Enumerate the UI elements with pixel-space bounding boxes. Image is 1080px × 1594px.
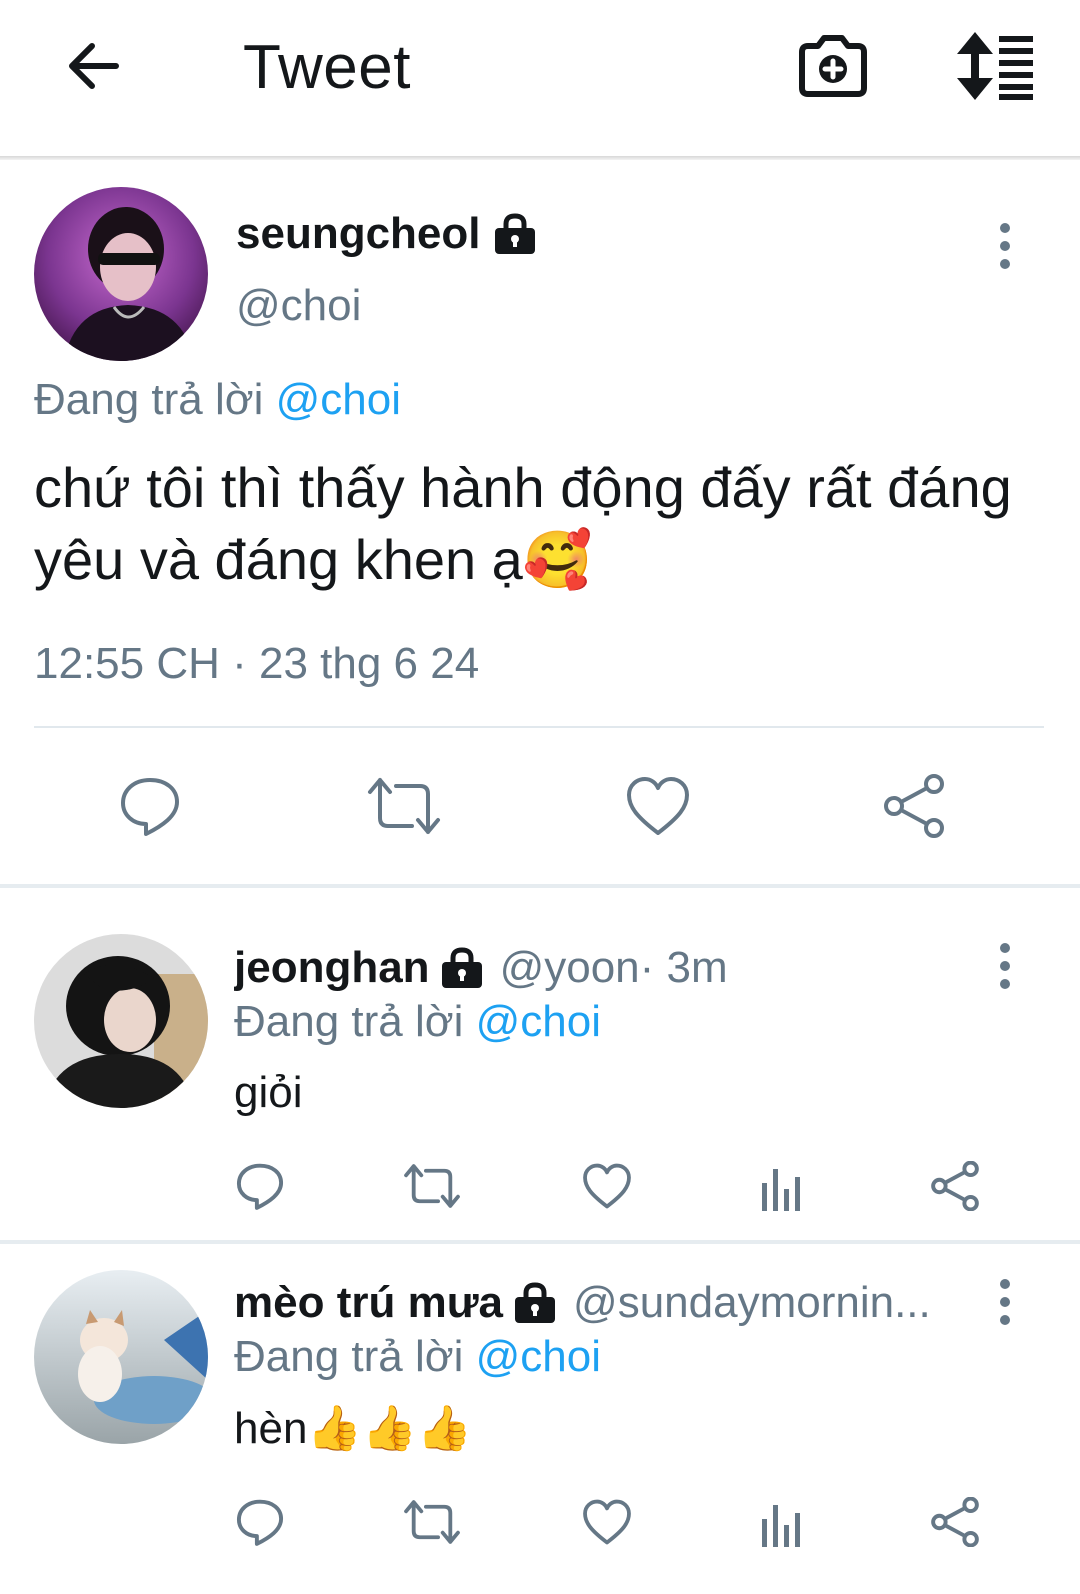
- reply-icon: [236, 1499, 284, 1546]
- mention-link[interactable]: @choi: [276, 375, 401, 424]
- avatar[interactable]: [34, 934, 208, 1108]
- lock-icon: [441, 947, 482, 988]
- display-name[interactable]: mèo trú mưa: [234, 1276, 503, 1330]
- analytics-button[interactable]: [750, 1494, 810, 1554]
- lock-icon: [494, 213, 535, 254]
- analytics-icon: [762, 1169, 800, 1211]
- camera-add-icon: [799, 35, 867, 97]
- retweet-icon: [368, 778, 440, 834]
- retweet-icon: [404, 1164, 460, 1208]
- avatar[interactable]: [34, 1270, 208, 1444]
- tweet-emoji: 🥰: [522, 528, 593, 591]
- top-app-bar: Tweet: [0, 0, 1080, 158]
- like-button[interactable]: [577, 1156, 637, 1216]
- heart-icon: [627, 777, 689, 835]
- section-divider: [0, 1240, 1080, 1244]
- tweet-timestamp[interactable]: 12:55 CH · 23 thg 6 24: [34, 638, 479, 690]
- reply-icon: [236, 1163, 284, 1210]
- share-button[interactable]: [874, 766, 954, 846]
- like-button[interactable]: [618, 766, 698, 846]
- share-icon: [884, 774, 944, 838]
- reply-text: giỏi: [234, 1066, 303, 1120]
- mention-link[interactable]: @choi: [476, 997, 601, 1046]
- arrow-left-icon: [69, 43, 119, 89]
- retweet-button[interactable]: [402, 1492, 462, 1552]
- analytics-icon: [762, 1505, 800, 1547]
- more-vertical-icon: [1000, 223, 1010, 269]
- more-options-button[interactable]: [990, 222, 1020, 272]
- sort-button[interactable]: [955, 30, 1051, 102]
- lock-icon: [515, 1282, 556, 1323]
- more-options-button[interactable]: [990, 1278, 1020, 1328]
- reply-icon: [121, 778, 179, 836]
- heart-icon: [583, 1163, 631, 1209]
- reply-header: mèo trú mưa @sundaymornin...: [234, 1276, 954, 1330]
- replying-to: Đang trả lời @choi: [234, 1330, 601, 1384]
- reply-button[interactable]: [230, 1156, 290, 1216]
- more-options-button[interactable]: [990, 942, 1020, 992]
- display-name[interactable]: jeonghan: [234, 941, 430, 995]
- retweet-icon: [404, 1500, 460, 1544]
- reply-header: jeonghan @yoon · 3m: [234, 941, 954, 995]
- main-author-name[interactable]: seungcheol: [236, 208, 553, 260]
- reply-body: giỏi: [234, 1068, 303, 1117]
- heart-icon: [583, 1499, 631, 1545]
- reply-body: hèn: [234, 1404, 308, 1453]
- divider: [34, 726, 1044, 728]
- tweet-text: chứ tôi thì thấy hành động đấy rất đáng …: [34, 452, 1044, 596]
- header-shadow: [0, 156, 1080, 160]
- replying-prefix: Đang trả lời: [234, 997, 464, 1046]
- avatar[interactable]: [34, 187, 208, 361]
- reply-emoji: 👍👍👍: [307, 1404, 472, 1453]
- mention-link[interactable]: @choi: [476, 1332, 601, 1381]
- main-author-handle[interactable]: @choi: [236, 280, 361, 332]
- more-vertical-icon: [1000, 1279, 1010, 1325]
- replying-prefix: Đang trả lời: [234, 1332, 464, 1381]
- camera-button[interactable]: [796, 28, 870, 102]
- share-icon: [931, 1497, 979, 1547]
- retweet-button[interactable]: [402, 1156, 462, 1216]
- back-button[interactable]: [58, 30, 130, 102]
- sort-icon: [957, 32, 1033, 100]
- share-button[interactable]: [925, 1492, 985, 1552]
- reply-time: · 3m: [639, 943, 728, 992]
- more-vertical-icon: [1000, 943, 1010, 989]
- replying-to: Đang trả lời @choi: [234, 995, 601, 1049]
- reply-text: hèn 👍👍👍: [234, 1402, 472, 1456]
- like-button[interactable]: [577, 1492, 637, 1552]
- retweet-button[interactable]: [364, 766, 444, 846]
- reply-button[interactable]: [110, 766, 190, 846]
- user-handle[interactable]: @sundaymornin...: [573, 1276, 931, 1330]
- share-icon: [931, 1161, 979, 1211]
- share-button[interactable]: [925, 1156, 985, 1216]
- page-title: Tweet: [243, 33, 411, 102]
- display-name: seungcheol: [236, 209, 481, 258]
- section-divider: [0, 884, 1080, 888]
- reply-button[interactable]: [230, 1492, 290, 1552]
- replying-to: Đang trả lời @choi: [34, 374, 401, 426]
- analytics-button[interactable]: [750, 1158, 810, 1218]
- user-handle[interactable]: @yoon: [500, 941, 640, 995]
- replying-prefix: Đang trả lời: [34, 375, 264, 424]
